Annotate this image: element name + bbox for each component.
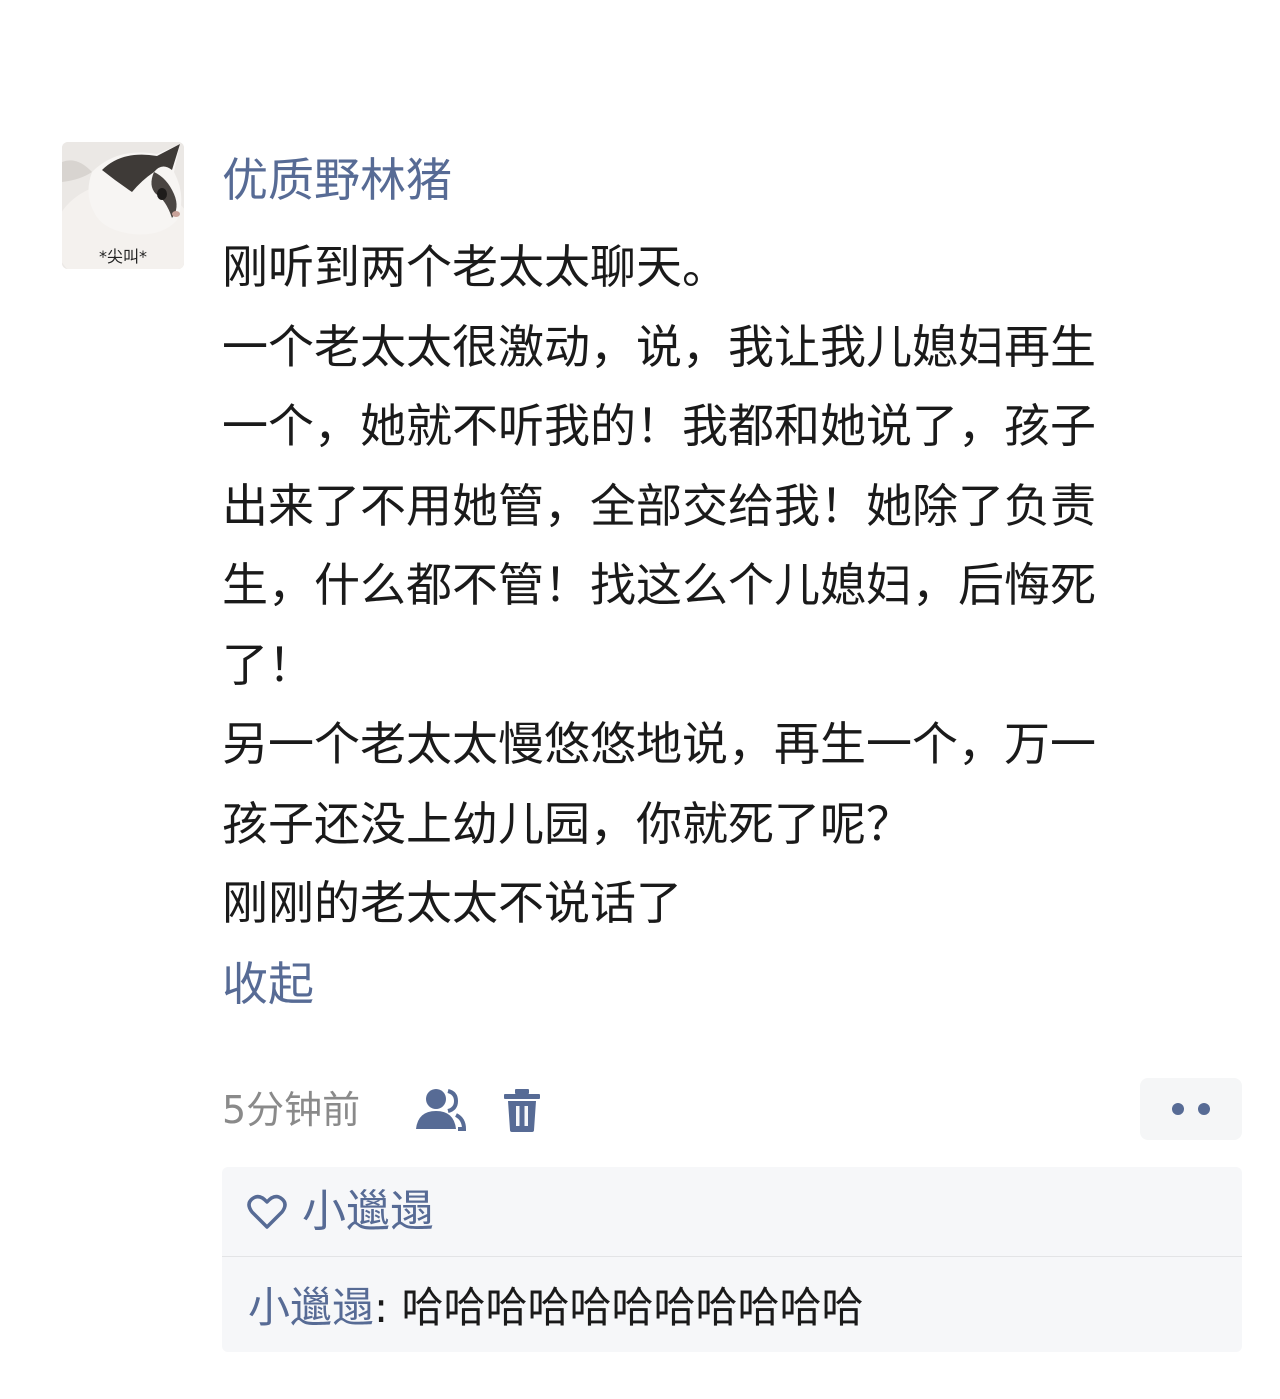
- content-line: 孩子还没上幼儿园，你就死了呢？: [222, 796, 912, 851]
- more-dots-icon: [1172, 1103, 1184, 1115]
- interaction-box: 小邋遢 小邋遢: 哈哈哈哈哈哈哈哈哈哈哈: [222, 1167, 1242, 1352]
- moment-post: *尖叫* 优质野林猪 刚听到两个老太太聊天。 一个老太太很激动，说，我让我儿媳妇…: [0, 0, 1280, 1399]
- post-content: 刚听到两个老太太聊天。 一个老太太很激动，说，我让我儿媳妇再生 一个，她就不听我…: [222, 228, 1237, 944]
- content-line: 一个老太太很激动，说，我让我儿媳妇再生: [222, 319, 1096, 374]
- comment-item[interactable]: 小邋遢: 哈哈哈哈哈哈哈哈哈哈哈: [248, 1277, 864, 1339]
- content-line: 一个，她就不听我的！我都和她说了，孩子: [222, 399, 1096, 453]
- more-dots-icon: [1198, 1103, 1210, 1115]
- post-timestamp: 5分钟前: [222, 1088, 361, 1132]
- likes-row: 小邋遢: [222, 1167, 1242, 1257]
- content-line: 生，什么都不管！找这么个儿媳妇，后悔死: [222, 558, 1096, 612]
- comment-author[interactable]: 小邋遢: [248, 1283, 374, 1332]
- collapse-link[interactable]: 收起: [222, 952, 314, 1016]
- heart-icon: [247, 1194, 287, 1230]
- people-icon[interactable]: [412, 1087, 467, 1133]
- post-username[interactable]: 优质野林猪: [222, 148, 452, 212]
- avatar-caption: *尖叫*: [98, 247, 147, 266]
- comment-text: 哈哈哈哈哈哈哈哈哈哈哈: [401, 1283, 864, 1332]
- trash-icon[interactable]: [502, 1087, 542, 1133]
- content-line: 另一个老太太慢悠悠地说，再生一个，万一: [222, 717, 1096, 771]
- comment-separator: :: [374, 1283, 402, 1332]
- content-line: 刚听到两个老太太聊天。: [222, 240, 728, 294]
- avatar[interactable]: *尖叫*: [62, 142, 184, 269]
- more-button[interactable]: [1140, 1078, 1242, 1140]
- content-line: 出来了不用她管，全部交给我！她除了负责: [222, 478, 1096, 533]
- content-line: 刚刚的老太太不说话了: [222, 876, 682, 930]
- like-user-name[interactable]: 小邋遢: [302, 1181, 434, 1243]
- content-line: 了！: [222, 637, 314, 692]
